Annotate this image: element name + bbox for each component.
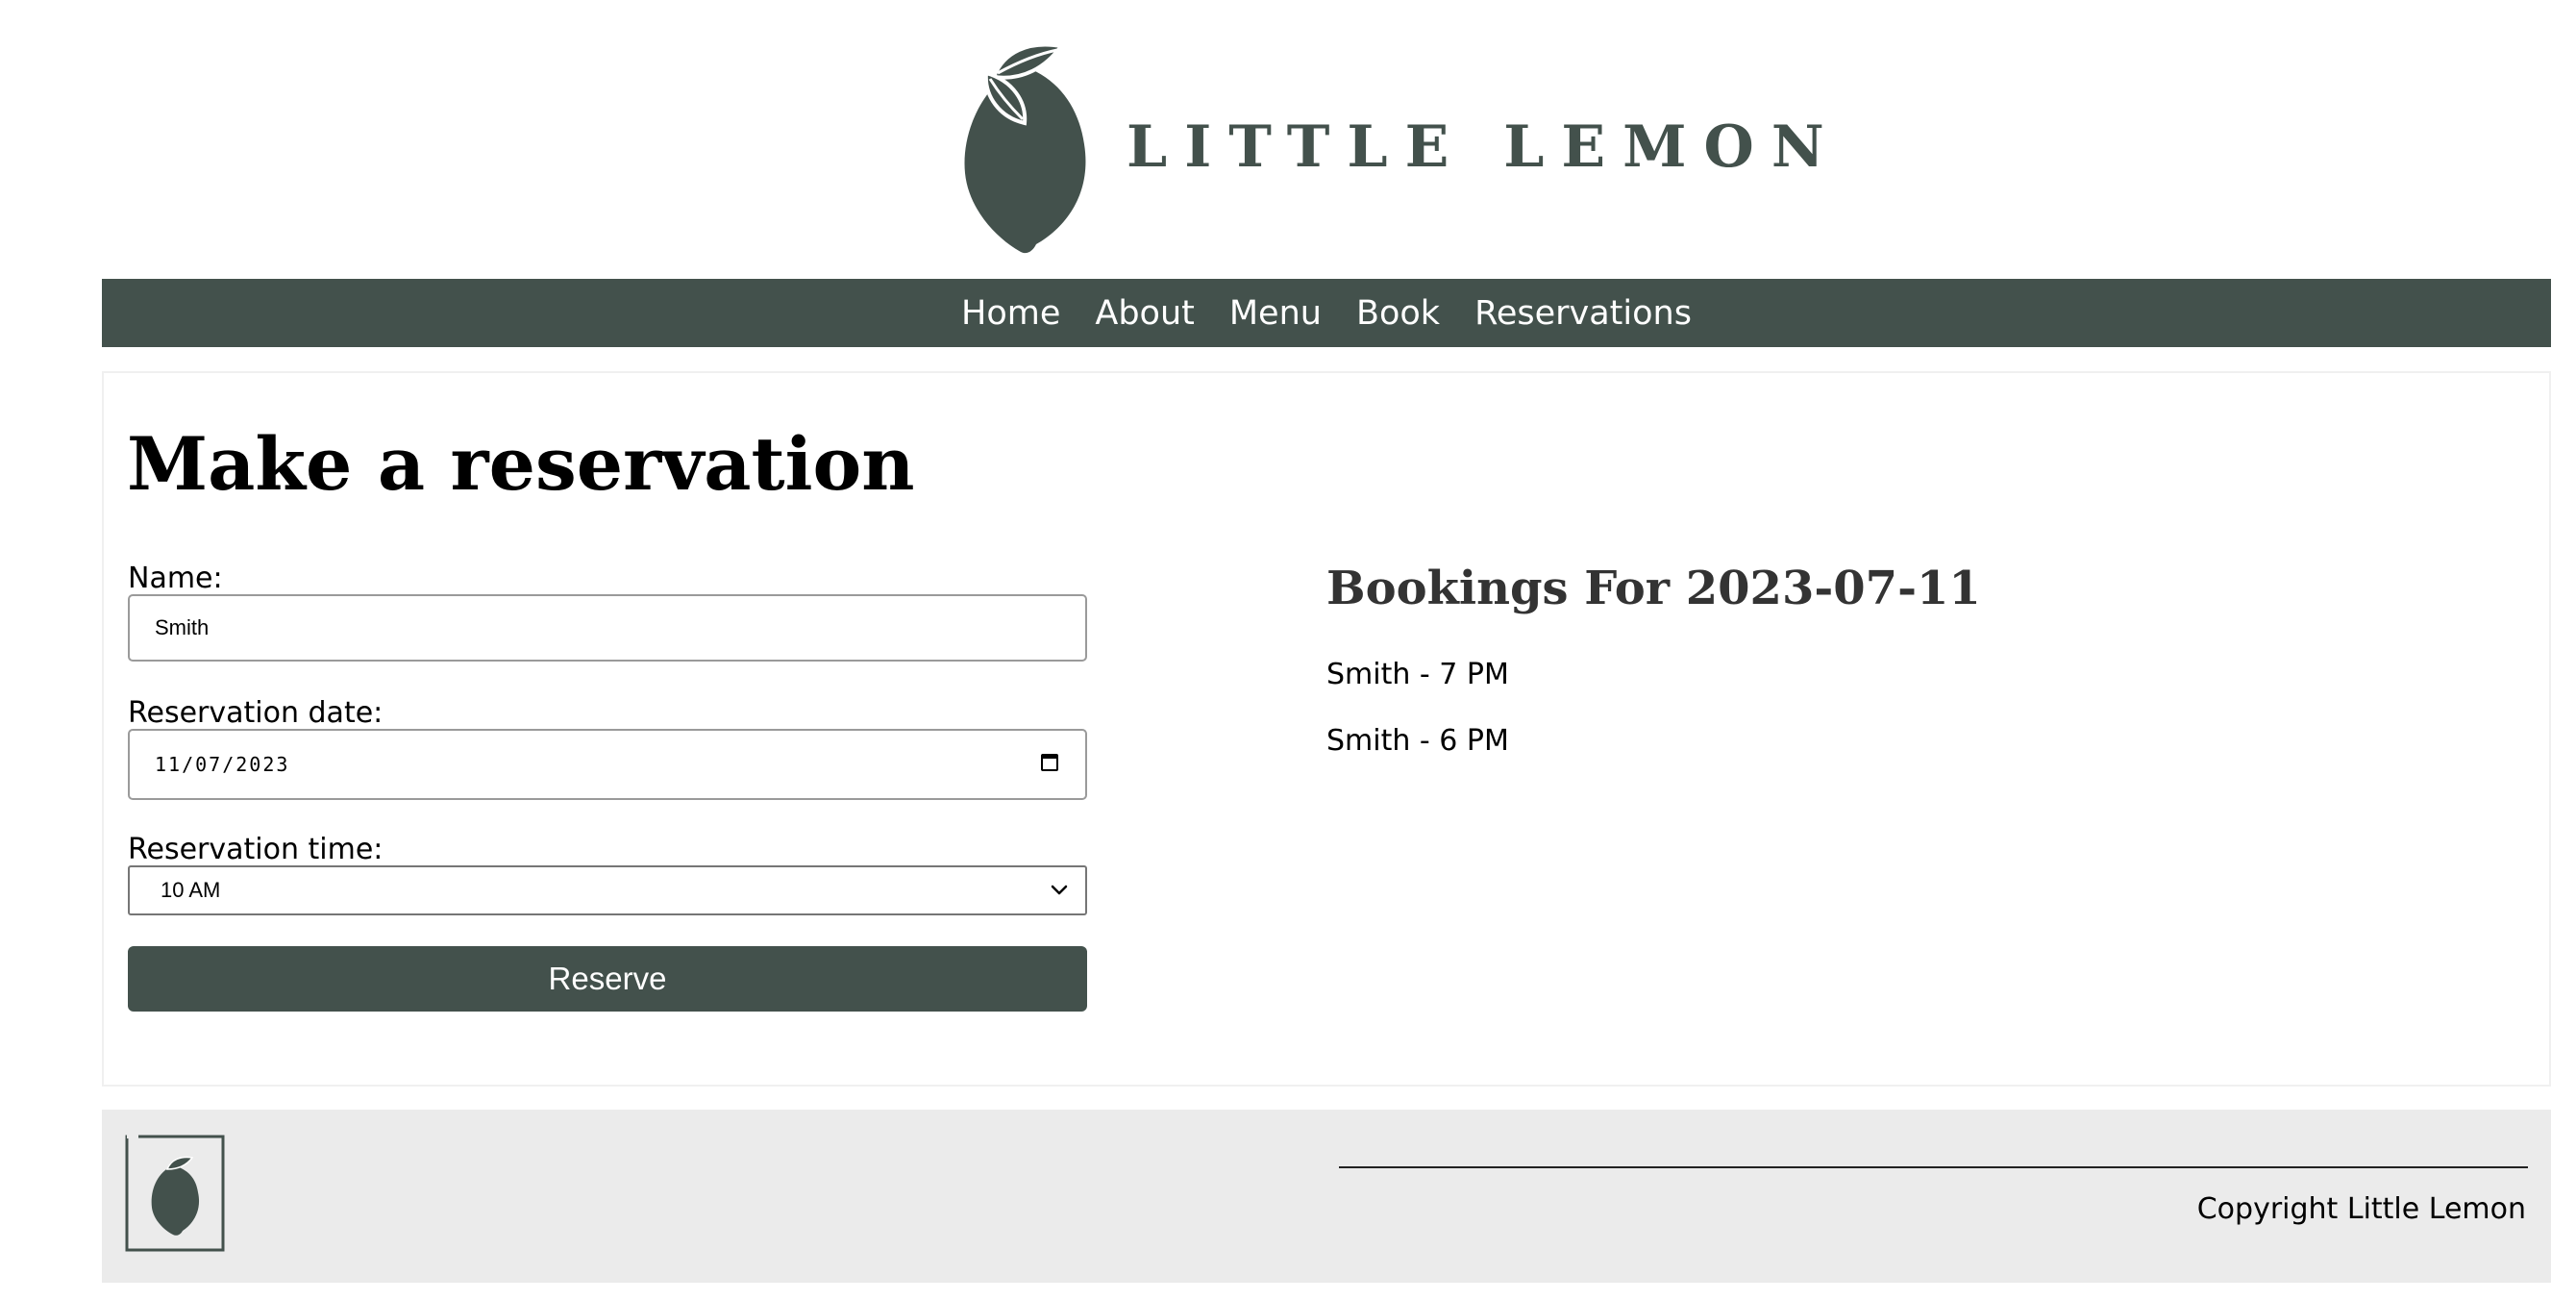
calendar-icon[interactable]: [1041, 754, 1058, 771]
copyright-text: Copyright Little Lemon: [2196, 1192, 2526, 1226]
lemon-icon: [964, 42, 1086, 254]
main-nav: Home About Menu Book Reservations: [102, 279, 2551, 347]
reserve-button[interactable]: Reserve: [128, 946, 1087, 1012]
date-input-value: 11/07/2023: [155, 753, 290, 776]
date-label: Reservation date:: [128, 696, 384, 730]
booking-item: Smith - 7 PM: [1326, 658, 1509, 691]
footer-divider: [1339, 1166, 2528, 1168]
nav-item-about[interactable]: About: [1095, 294, 1194, 333]
booking-item: Smith - 6 PM: [1326, 724, 1509, 758]
time-select-value: 10 AM: [161, 878, 221, 902]
time-select[interactable]: 10 AM: [128, 865, 1087, 915]
page-title: Make a reservation: [127, 421, 915, 507]
chevron-down-icon: [1051, 885, 1068, 895]
nav-item-home[interactable]: Home: [961, 294, 1060, 333]
nav-item-menu[interactable]: Menu: [1229, 294, 1322, 333]
nav-item-book[interactable]: Book: [1356, 294, 1440, 333]
name-label: Name:: [128, 562, 223, 595]
name-input-value: Smith: [155, 615, 210, 639]
time-label: Reservation time:: [128, 833, 384, 866]
brand-name: LITTLE LEMON: [1127, 113, 1842, 181]
bookings-title: Bookings For 2023-07-11: [1326, 562, 1981, 615]
main-content: Make a reservation Name: Smith Reservati…: [102, 371, 2551, 1087]
name-input[interactable]: Smith: [128, 594, 1087, 662]
date-input[interactable]: 11/07/2023: [128, 729, 1087, 800]
header-logo[interactable]: LITTLE LEMON: [961, 38, 1824, 255]
nav-item-reservations[interactable]: Reservations: [1474, 294, 1692, 333]
footer-logo-icon[interactable]: [125, 1135, 225, 1252]
footer: Copyright Little Lemon: [102, 1110, 2551, 1283]
